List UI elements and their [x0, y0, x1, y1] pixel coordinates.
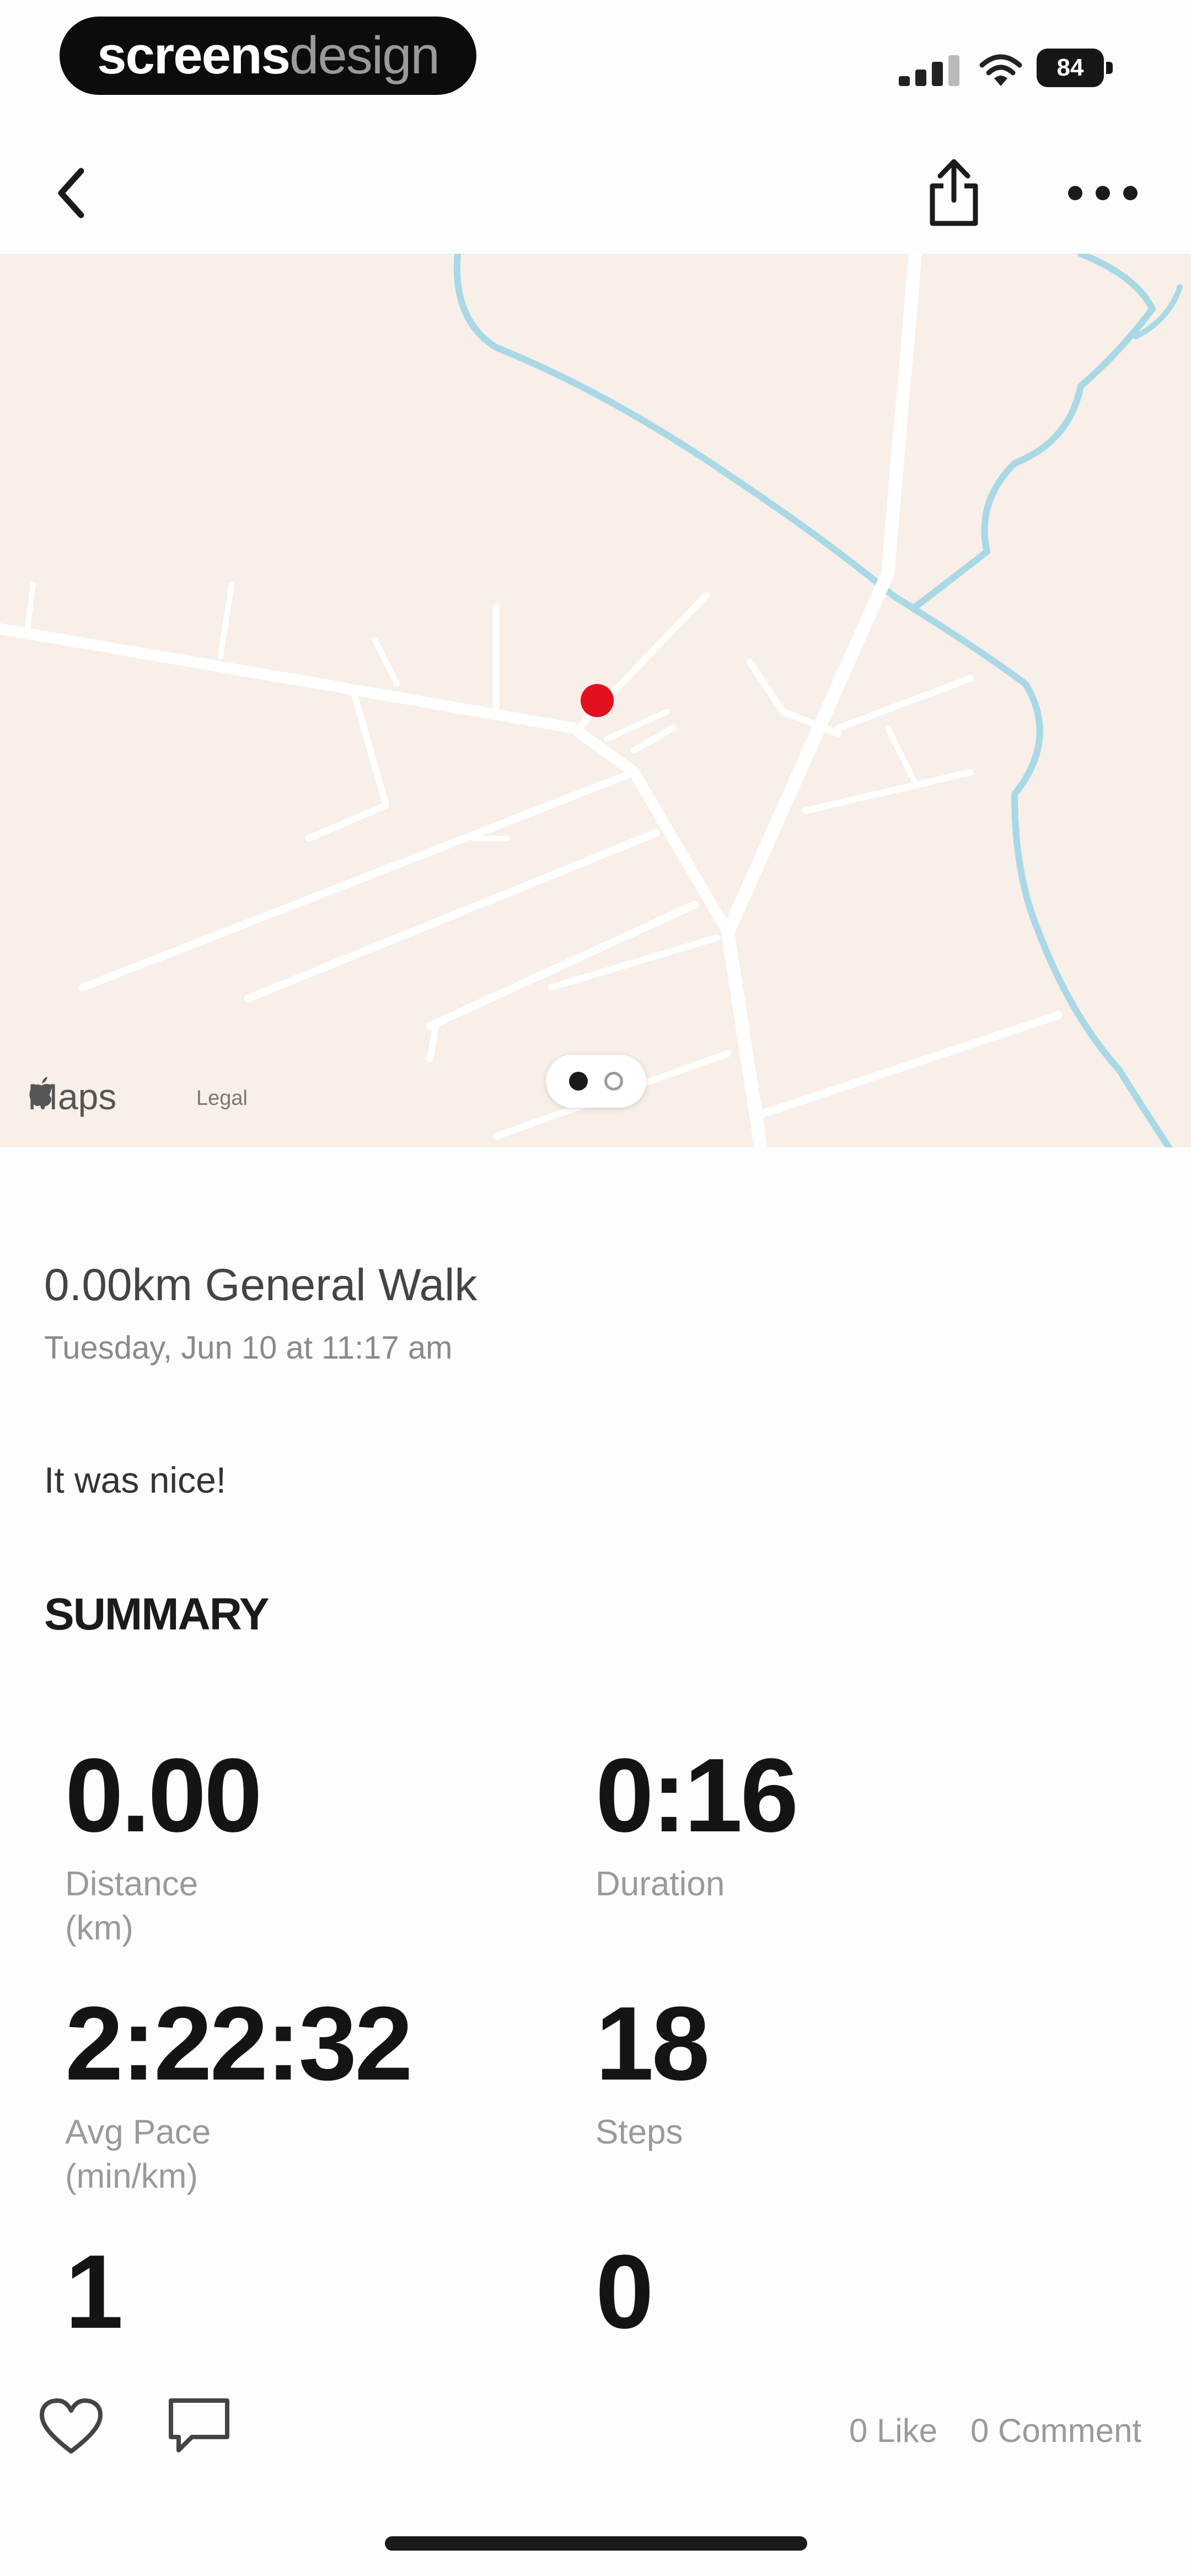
brand-logo-part2: design	[289, 26, 440, 85]
comment-button[interactable]	[163, 2393, 235, 2459]
map-canvas	[0, 254, 1183, 1147]
social-actions: 0 Like 0 Comment	[0, 2383, 1191, 2471]
brand-logo: screens design	[60, 17, 476, 95]
map-page-indicator[interactable]	[546, 1055, 646, 1108]
battery-icon: 84	[1037, 49, 1114, 87]
stat-value: 0:16	[596, 1737, 798, 1854]
cellular-signal-icon	[899, 55, 959, 86]
stat-6: 0	[596, 2233, 654, 2350]
maps-attribution: Maps	[28, 1076, 116, 1118]
stat-value: 2:22:32	[65, 1985, 413, 2102]
route-map[interactable]: Maps Legal	[0, 254, 1191, 1147]
like-count[interactable]: 0 Like	[849, 2412, 937, 2450]
map-legal-link[interactable]: Legal	[196, 1087, 248, 1110]
nav-bar	[0, 127, 1191, 254]
activity-note: It was nice!	[44, 1460, 227, 1500]
stat-distance: 0.00 Distance (km)	[65, 1737, 262, 1950]
stat-label: Duration	[596, 1865, 725, 1903]
status-bar: screens design 84	[0, 0, 1191, 110]
stat-value: 0.00	[65, 1737, 262, 1854]
comment-count[interactable]: 0 Comment	[970, 2412, 1141, 2450]
stat-avg-pace: 2:22:32 Avg Pace (min/km)	[65, 1985, 413, 2199]
apple-logo-icon	[29, 1077, 52, 1107]
activity-title: 0.00km General Walk	[44, 1260, 478, 1310]
stat-value: 1	[65, 2233, 124, 2350]
stat-steps: 18 Steps	[596, 1985, 710, 2155]
heart-icon	[40, 2398, 103, 2454]
wifi-icon	[979, 54, 1022, 86]
stat-5: 1	[65, 2233, 124, 2350]
stat-label: Avg Pace (min/km)	[65, 2113, 211, 2195]
page-dot-1[interactable]	[569, 1072, 588, 1091]
back-button[interactable]	[39, 160, 105, 226]
more-dots-icon	[1068, 186, 1138, 200]
home-indicator	[385, 2536, 807, 2551]
summary-heading: SUMMARY	[44, 1589, 270, 1639]
more-button[interactable]	[1059, 160, 1147, 226]
share-icon	[930, 159, 978, 226]
share-button[interactable]	[915, 154, 993, 232]
comment-icon	[169, 2398, 229, 2452]
brand-logo-part1: screens	[97, 26, 291, 85]
stat-value: 18	[596, 1985, 710, 2102]
stat-label: Distance (km)	[65, 1865, 198, 1947]
like-button[interactable]	[35, 2394, 107, 2460]
chevron-left-icon	[58, 168, 84, 218]
page-dot-2[interactable]	[604, 1072, 623, 1091]
location-pin-icon	[581, 684, 614, 717]
stat-label: Steps	[596, 2113, 683, 2151]
battery-level: 84	[1056, 54, 1084, 81]
activity-date: Tuesday, Jun 10 at 11:17 am	[44, 1330, 453, 1366]
stat-value: 0	[596, 2233, 654, 2350]
stat-duration: 0:16 Duration	[596, 1737, 798, 1906]
